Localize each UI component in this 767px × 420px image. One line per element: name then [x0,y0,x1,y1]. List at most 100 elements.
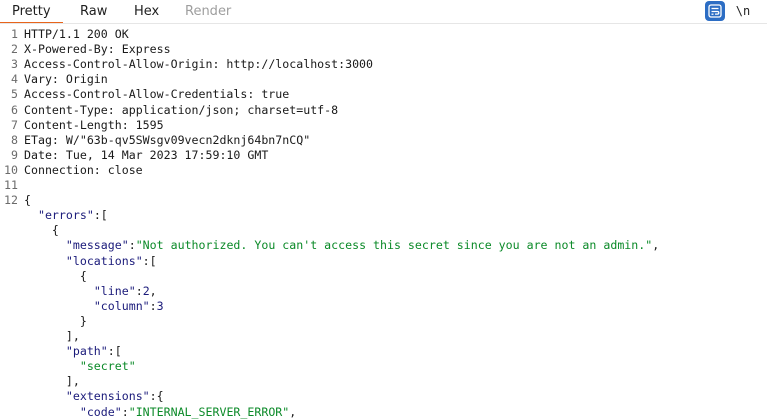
json-punctuation: : [136,284,143,298]
header-value: 1595 [129,118,164,132]
json-punctuation [24,299,94,313]
code-text: "errors":[ [24,208,108,223]
status-line: HTTP/1.1 200 OK [24,27,129,41]
code-line: "message":"Not authorized. You can't acc… [0,238,767,253]
code-line: 12 { [0,193,767,208]
line-number: 7 [0,118,18,133]
json-punctuation [24,405,80,419]
tab-divider [0,23,767,24]
json-punctuation [24,359,80,373]
code-text: Date: Tue, 14 Mar 2023 17:59:10 GMT [24,148,268,163]
code-line: "code":"INTERNAL_SERVER_ERROR", [0,405,767,420]
json-key: "path" [66,344,108,358]
json-punctuation: :{ [150,389,164,403]
show-newlines-button[interactable]: \n [733,1,753,21]
json-punctuation: :[ [94,208,108,222]
header-value: true [254,87,289,101]
code-line: ], [0,374,767,389]
text-wrap-glyph [708,4,722,18]
header-value: http://localhost:3000 [219,57,373,71]
code-text: "path":[ [24,344,122,359]
header-value: close [101,163,143,177]
line-number: 9 [0,148,18,163]
json-punctuation: , [289,405,296,419]
code-line: 7 Content-Length: 1595 [0,118,767,133]
json-number: 2 [143,284,150,298]
line-number: 12 [0,193,18,208]
code-line: 5Access-Control-Allow-Credentials: true [0,87,767,102]
header-value: W/"63b-qv5SWsgv09vecn2dknj64bn7nCQ" [59,133,310,147]
code-text: Content-Type: application/json; charset=… [24,103,338,118]
code-text: "secret" [24,359,136,374]
code-line: "line":2, [0,284,767,299]
code-line: 1HTTP/1.1 200 OK [0,27,767,42]
line-number: 3 [0,57,18,72]
json-punctuation [24,238,66,252]
json-number: 3 [157,299,164,313]
code-line: ], [0,329,767,344]
code-line: "path":[ [0,344,767,359]
json-punctuation: ], [24,374,80,388]
json-punctuation: : [150,299,157,313]
tab-raw[interactable]: Raw [80,4,107,20]
code-text: "message":"Not authorized. You can't acc… [24,238,659,253]
code-text: HTTP/1.1 200 OK [24,27,129,42]
tab-hex[interactable]: Hex [134,4,159,20]
code-text: } [24,314,87,329]
header-name: Content-Length: [24,118,129,132]
code-line: 2 X-Powered-By: Express [0,42,767,57]
json-string: "INTERNAL_SERVER_ERROR" [129,405,290,419]
json-punctuation [24,208,38,222]
line-number: 5 [0,87,18,102]
code-text: Access-Control-Allow-Origin: http://loca… [24,57,373,72]
header-name: Content-Type: [24,103,115,117]
json-key: "line" [94,284,136,298]
json-key: "code" [80,405,122,419]
header-value: application/json; charset=utf-8 [115,103,338,117]
code-line: "secret" [0,359,767,374]
view-tabs: Pretty Raw Hex Render \n [0,0,767,24]
code-line: "errors":[ [0,208,767,223]
line-number: 10 [0,163,18,178]
json-key: "locations" [66,254,143,268]
code-text: "extensions":{ [24,389,164,404]
json-punctuation: , [150,284,157,298]
json-key: "errors" [38,208,94,222]
line-number: 4 [0,72,18,87]
status-line: { [24,193,31,207]
code-line: 6Content-Type: application/json; charset… [0,103,767,118]
json-punctuation [24,344,66,358]
code-line: 8 ETag: W/"63b-qv5SWsgv09vecn2dknj64bn7nC… [0,133,767,148]
header-name: Vary: [24,72,59,86]
code-text: Content-Length: 1595 [24,118,164,133]
line-number: 8 [0,133,18,148]
code-text: "line":2, [24,284,157,299]
json-string: "Not authorized. You can't access this s… [136,238,653,252]
code-text: Vary: Origin [24,72,108,87]
code-text: ETag: W/"63b-qv5SWsgv09vecn2dknj64bn7nCQ… [24,133,310,148]
code-line: 9 Date: Tue, 14 Mar 2023 17:59:10 GMT [0,148,767,163]
code-text: X-Powered-By: Express [24,42,171,57]
code-text: { [24,269,87,284]
json-punctuation: : [129,238,136,252]
tab-render: Render [185,4,231,20]
code-text: { [24,193,31,208]
code-line: "column":3 [0,299,767,314]
json-key: "extensions" [66,389,150,403]
header-name: Connection: [24,163,101,177]
code-line: 3 Access-Control-Allow-Origin: http://loc… [0,57,767,72]
code-line: 4 Vary: Origin [0,72,767,87]
code-line: } [0,314,767,329]
tab-pretty[interactable]: Pretty [12,4,51,20]
json-punctuation: , [652,238,659,252]
code-line: { [0,269,767,284]
json-punctuation: { [24,269,87,283]
line-number: 2 [0,42,18,57]
text-wrap-icon[interactable] [705,1,725,21]
code-line: 10 Connection: close [0,163,767,178]
code-text: Connection: close [24,163,143,178]
code-text: ], [24,329,80,344]
response-editor[interactable]: 1HTTP/1.1 200 OK2X-Powered-By: Express3A… [0,27,767,414]
json-key: "column" [94,299,150,313]
header-value: Tue, 14 Mar 2023 17:59:10 GMT [59,148,268,162]
